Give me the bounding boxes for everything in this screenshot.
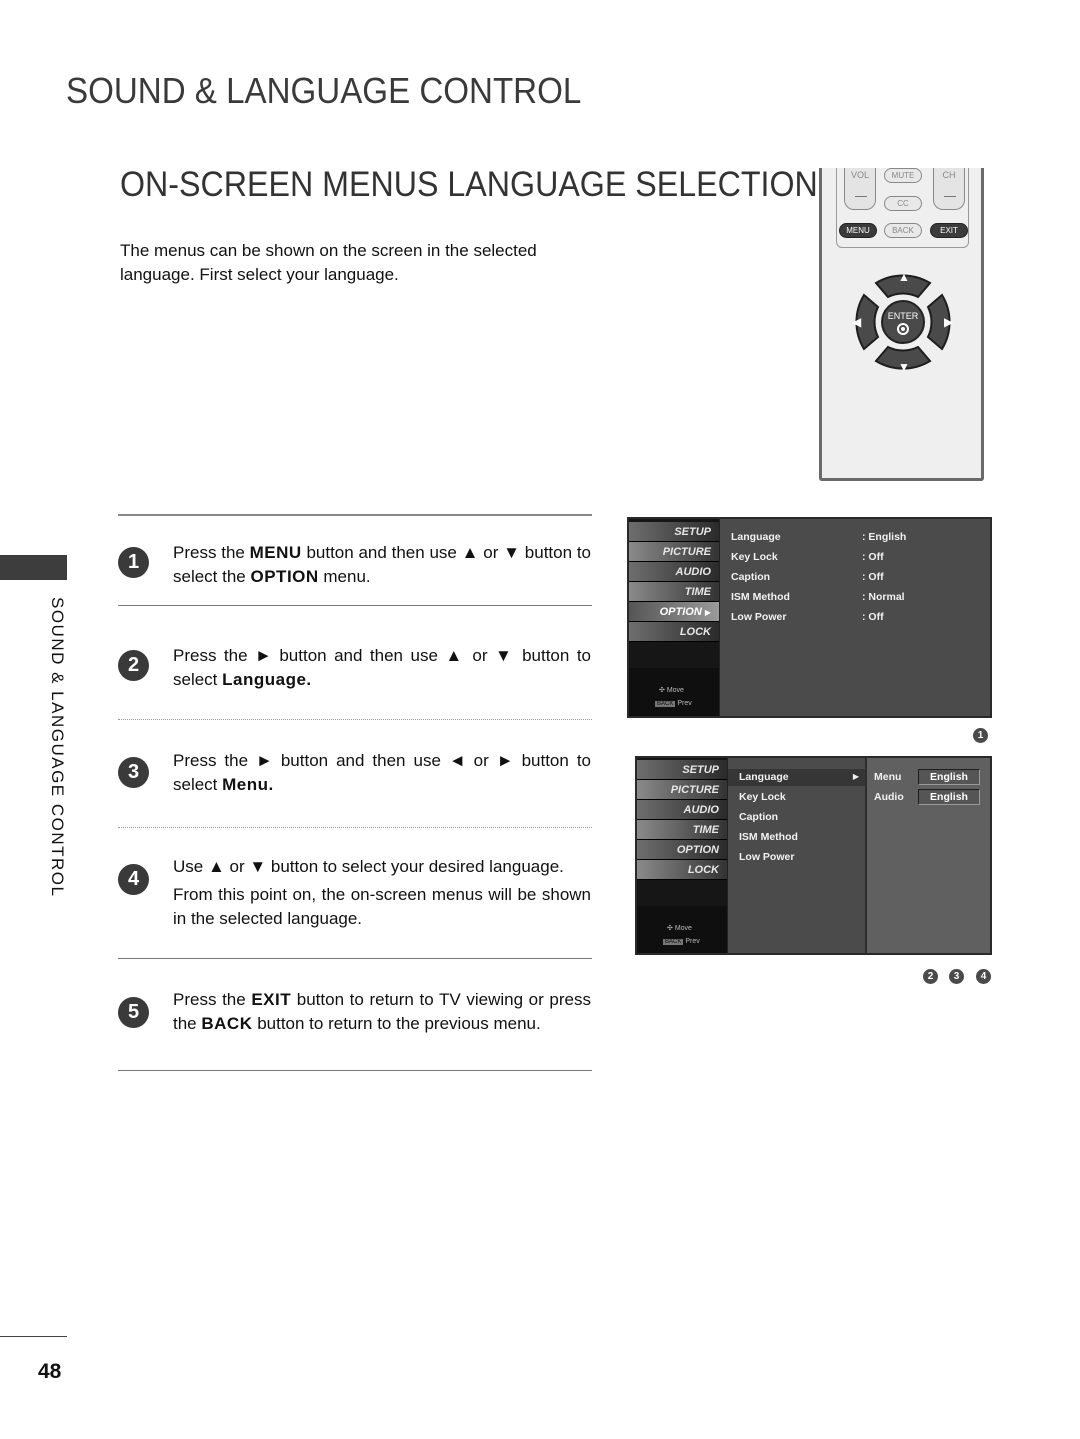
step-number: 4 <box>118 864 149 895</box>
footer-divider <box>0 1336 67 1337</box>
osd-help-move: ✣ Move <box>667 925 692 932</box>
divider <box>118 1070 592 1071</box>
osd-menu-picture: PICTURE <box>637 780 727 800</box>
osd-menu-option: OPTION ▶ <box>629 602 719 622</box>
enter-label: ENTER <box>887 311 919 321</box>
step-number: 1 <box>118 547 149 578</box>
osd-help-prev: BACK Prev <box>663 938 700 945</box>
caret-right-icon: ▶ <box>704 608 711 617</box>
osd-row-label: Low Power <box>739 851 795 863</box>
osd-row-label: Key Lock <box>739 791 786 803</box>
osd-screen-language-menu: SETUP PICTURE AUDIO TIME OPTION LOCK ✣ M… <box>635 756 992 955</box>
dotted-divider <box>118 827 592 828</box>
ref-badge: 1 <box>973 728 988 743</box>
step-text: Press the ► button and then use ▲ or ▼ b… <box>173 646 591 689</box>
ref-badge: 4 <box>976 969 991 984</box>
menu-button: MENU <box>839 223 877 238</box>
vol-minus-icon <box>855 196 867 197</box>
step-text: Press the EXIT button to return to TV vi… <box>173 990 591 1033</box>
step-number: 5 <box>118 997 149 1028</box>
osd-audio-language-value: English <box>918 789 980 805</box>
osd-row-value: : English <box>862 531 907 543</box>
ref-badge: 2 <box>923 969 938 984</box>
osd-row-label: Language <box>731 531 781 543</box>
mute-button: MUTE <box>884 168 922 183</box>
osd-row-value: : Off <box>862 551 884 563</box>
osd-menu-audio: AUDIO <box>637 800 727 820</box>
down-arrow-icon: ▼ <box>898 360 910 374</box>
remote-control-illustration: VOL CH MUTE CC MENU BACK EXIT ▲ ▼ ◀ ▶ EN… <box>819 168 984 481</box>
vol-label: VOL <box>850 170 869 180</box>
side-tab-marker <box>0 555 67 580</box>
osd-row-label: Caption <box>739 811 779 823</box>
osd-option-list: Language ▶ Key Lock Caption ISM Method L… <box>727 758 865 953</box>
intro-text: The menus can be shown on the screen in … <box>120 241 537 284</box>
step-text: Press the ► button and then use ◄ or ► b… <box>173 751 591 794</box>
osd-help-bar: ✣ Move BACK Prev <box>637 906 727 953</box>
arrow-right-icon: ▶ <box>852 772 859 781</box>
osd-language-submenu: Menu English Audio English <box>865 758 990 953</box>
osd-category-menu: SETUP PICTURE AUDIO TIME OPTION LOCK ✣ M… <box>637 758 727 953</box>
osd-sub-label-audio: Audio <box>874 791 904 803</box>
back-button: BACK <box>884 223 922 238</box>
step-text: Use ▲ or ▼ button to select your desired… <box>173 857 591 928</box>
osd-row-label: Caption <box>731 571 771 583</box>
dotted-divider <box>118 719 592 720</box>
osd-menu-lock: LOCK <box>629 622 719 642</box>
osd-row-value: : Off <box>862 611 884 623</box>
divider <box>118 514 592 516</box>
page-title: ON-SCREEN MENUS LANGUAGE SELECTION <box>120 165 818 204</box>
ref-badge: 3 <box>949 969 964 984</box>
osd-menu-setup: SETUP <box>629 522 719 542</box>
osd-sub-label-menu: Menu <box>874 771 902 783</box>
ch-label: CH <box>942 170 956 180</box>
page-number: 48 <box>38 1360 62 1383</box>
step-number: 3 <box>118 757 149 788</box>
enter-button: ENTER <box>881 300 925 344</box>
osd-menu-picture: PICTURE <box>629 542 719 562</box>
osd-row-value: : Normal <box>862 591 905 603</box>
osd-menu-audio: AUDIO <box>629 562 719 582</box>
step-number: 2 <box>118 650 149 681</box>
up-arrow-icon: ▲ <box>898 270 910 284</box>
osd-row-label: Key Lock <box>731 551 778 563</box>
exit-button: EXIT <box>930 223 968 238</box>
osd-help-bar: ✣ Move BACK Prev <box>629 668 719 716</box>
osd-menu-setup: SETUP <box>637 760 727 780</box>
left-arrow-icon: ◀ <box>852 315 862 329</box>
right-arrow-icon: ▶ <box>944 315 954 329</box>
osd-row-label: ISM Method <box>739 831 798 843</box>
osd-menu-language-value: English <box>918 769 980 785</box>
vol-rocker: VOL <box>844 168 876 210</box>
dpad: ▲ ▼ ◀ ▶ ENTER <box>846 265 960 379</box>
ch-rocker: CH <box>933 168 965 210</box>
side-section-label: SOUND & LANGUAGE CONTROL <box>48 597 67 898</box>
osd-help-prev: BACK Prev <box>655 700 692 707</box>
osd-option-list: Language : English Key Lock : Off Captio… <box>719 519 990 716</box>
osd-row-label: ISM Method <box>731 591 790 603</box>
divider <box>118 958 592 959</box>
enter-dot-icon <box>897 323 909 335</box>
ch-minus-icon <box>944 196 956 197</box>
section-title: SOUND & LANGUAGE CONTROL <box>66 70 582 111</box>
osd-menu-time: TIME <box>629 582 719 602</box>
osd-menu-lock: LOCK <box>637 860 727 880</box>
osd-row-value: : Off <box>862 571 884 583</box>
osd-menu-time: TIME <box>637 820 727 840</box>
divider <box>118 605 592 606</box>
osd-category-menu: SETUP PICTURE AUDIO TIME OPTION ▶ LOCK ✣… <box>629 519 719 716</box>
osd-menu-option: OPTION <box>637 840 727 860</box>
osd-help-move: ✣ Move <box>659 687 684 694</box>
cc-button: CC <box>884 196 922 211</box>
step-text: Press the MENU button and then use ▲ or … <box>173 543 591 586</box>
osd-row-language-highlighted: Language ▶ <box>728 769 865 786</box>
osd-screen-option-menu: SETUP PICTURE AUDIO TIME OPTION ▶ LOCK ✣… <box>627 517 992 718</box>
osd-row-label: Low Power <box>731 611 787 623</box>
